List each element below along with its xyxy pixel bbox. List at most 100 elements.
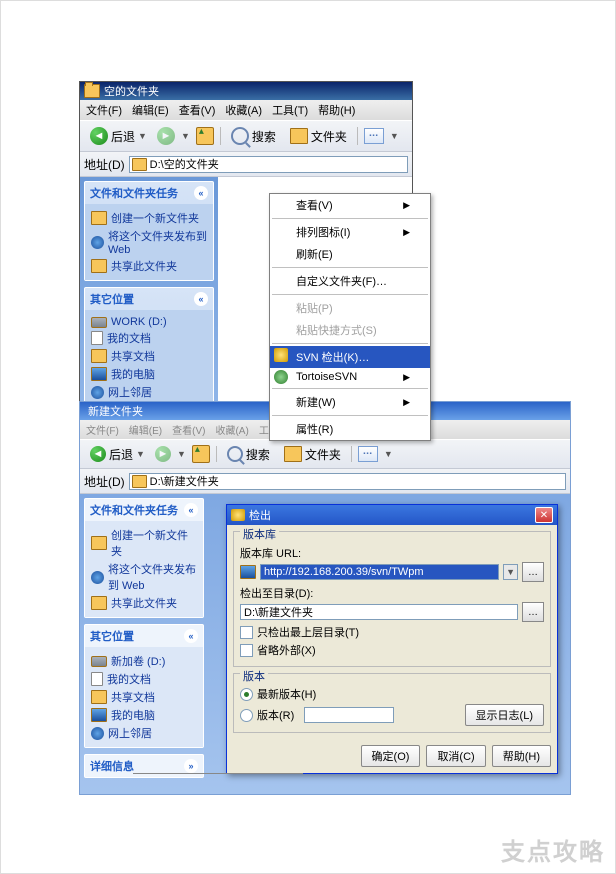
place-my-computer[interactable]: 我的电脑 [91, 707, 197, 723]
places-box: 其它位置« 新加卷 (D:) 我的文档 共享文档 我的电脑 网上邻居 [84, 624, 204, 748]
watermark: 支点攻略 [501, 832, 605, 867]
task-share-folder[interactable]: 共享此文件夹 [91, 595, 197, 611]
menu-help[interactable]: 帮助(H) [318, 102, 355, 118]
close-button[interactable]: ✕ [535, 507, 553, 523]
search-button[interactable]: 搜索 [223, 445, 274, 464]
url-dropdown-button[interactable]: ▼ [503, 564, 518, 580]
tasks-header[interactable]: 文件和文件夹任务 « [85, 499, 203, 521]
url-label: 版本库 URL: [240, 545, 544, 561]
ctx-new[interactable]: 新建(W)▶ [270, 391, 430, 413]
show-log-button[interactable]: 显示日志(L) [465, 704, 544, 726]
menu-view[interactable]: 查看(V) [172, 422, 205, 437]
omit-externals-checkbox[interactable]: 省略外部(X) [240, 642, 544, 658]
forward-button[interactable]: ► [155, 446, 171, 462]
titlebar[interactable]: 空的文件夹 [80, 82, 412, 100]
place-network[interactable]: 网上邻居 [91, 384, 207, 400]
collapse-icon[interactable]: « [184, 503, 198, 517]
menu-tools[interactable]: 工具(T) [272, 102, 308, 118]
cancel-button[interactable]: 取消(C) [426, 745, 485, 767]
tasks-header[interactable]: 文件和文件夹任务« [85, 182, 213, 204]
address-input[interactable]: D:\新建文件夹 [129, 473, 566, 490]
places-header[interactable]: 其它位置« [85, 625, 203, 647]
ctx-arrange-icons[interactable]: 排列图标(I)▶ [270, 221, 430, 243]
separator [272, 218, 428, 219]
place-my-documents[interactable]: 我的文档 [91, 330, 207, 346]
forward-button[interactable]: ► [157, 127, 175, 145]
views-button[interactable] [364, 128, 384, 144]
dialog-titlebar[interactable]: 检出 ✕ [227, 505, 557, 525]
task-new-folder[interactable]: 创建一个新文件夹 [91, 527, 197, 559]
latest-revision-radio[interactable]: 最新版本(H) [240, 686, 544, 702]
separator [220, 127, 221, 145]
folders-label: 文件夹 [311, 128, 347, 145]
dropdown-icon[interactable]: ▼ [384, 449, 393, 459]
menu-file[interactable]: 文件(F) [86, 102, 122, 118]
dropdown-icon[interactable]: ▼ [390, 131, 399, 141]
place-drive-new[interactable]: 新加卷 (D:) [91, 653, 197, 669]
address-input[interactable]: D:\空的文件夹 [129, 156, 408, 173]
dir-input[interactable] [240, 604, 518, 620]
specific-revision-radio[interactable]: 版本(R) [240, 707, 294, 723]
folders-label: 文件夹 [305, 446, 341, 463]
help-button[interactable]: 帮助(H) [492, 745, 551, 767]
up-button[interactable] [196, 127, 214, 145]
place-drive-work[interactable]: WORK (D:) [91, 316, 207, 328]
revision-input[interactable] [304, 707, 394, 723]
place-shared-documents[interactable]: 共享文档 [91, 689, 197, 705]
up-button[interactable] [192, 445, 210, 463]
menu-edit[interactable]: 编辑(E) [129, 422, 162, 437]
back-button[interactable]: ◄后退▼ [86, 445, 149, 464]
share-icon [91, 259, 107, 273]
task-publish-web[interactable]: 将这个文件夹发布到 Web [91, 228, 207, 256]
search-button[interactable]: 搜索 [227, 126, 280, 146]
tasks-title: 文件和文件夹任务 [90, 502, 178, 518]
ctx-customize-folder[interactable]: 自定义文件夹(F)… [270, 270, 430, 292]
browse-dir-button[interactable]: … [522, 602, 544, 622]
place-my-documents[interactable]: 我的文档 [91, 671, 197, 687]
task-share-folder[interactable]: 共享此文件夹 [91, 258, 207, 274]
collapse-icon[interactable]: « [194, 186, 208, 200]
menu-fav[interactable]: 收藏(A) [225, 102, 262, 118]
revision-group: 版本 最新版本(H) 版本(R) 显示日志(L) [233, 673, 551, 733]
url-input[interactable] [260, 564, 499, 580]
dropdown-icon[interactable]: ▼ [177, 449, 186, 459]
globe-icon [91, 571, 104, 584]
views-button[interactable] [358, 446, 378, 462]
collapse-icon[interactable]: « [184, 629, 198, 643]
back-icon: ◄ [90, 127, 108, 145]
only-top-checkbox[interactable]: 只检出最上层目录(T) [240, 624, 544, 640]
menu-fav[interactable]: 收藏(A) [215, 422, 248, 437]
collapse-icon[interactable]: « [194, 292, 208, 306]
ctx-svn-checkout[interactable]: SVN 检出(K)… [270, 346, 430, 368]
menu-edit[interactable]: 编辑(E) [132, 102, 169, 118]
details-title: 详细信息 [90, 758, 134, 774]
checkbox-icon [240, 626, 253, 639]
back-button[interactable]: ◄后退▼ [86, 126, 151, 146]
dropdown-icon[interactable]: ▼ [181, 131, 190, 141]
ctx-view[interactable]: 查看(V)▶ [270, 194, 430, 216]
task-publish-web[interactable]: 将这个文件夹发布到 Web [91, 561, 197, 593]
ctx-label: 粘贴(P) [296, 300, 333, 316]
place-network[interactable]: 网上邻居 [91, 725, 197, 741]
task-new-folder[interactable]: 创建一个新文件夹 [91, 210, 207, 226]
place-my-computer[interactable]: 我的电脑 [91, 366, 207, 382]
place-label: 我的电脑 [111, 366, 155, 382]
content-area[interactable]: 文件和文件夹任务« 创建一个新文件夹 将这个文件夹发布到 Web 共享此文件夹 … [80, 494, 570, 794]
dropdown-icon[interactable]: ▼ [136, 449, 145, 459]
places-header[interactable]: 其它位置 « [85, 288, 213, 310]
dropdown-icon[interactable]: ▼ [138, 131, 147, 141]
ctx-tortoisesvn[interactable]: TortoiseSVN▶ [270, 368, 430, 386]
place-label: 网上邻居 [108, 384, 152, 400]
ctx-refresh[interactable]: 刷新(E) [270, 243, 430, 265]
folders-button[interactable]: 文件夹 [286, 127, 351, 146]
place-shared-documents[interactable]: 共享文档 [91, 348, 207, 364]
browse-repo-button[interactable]: … [522, 562, 544, 582]
menu-file[interactable]: 文件(F) [86, 422, 119, 437]
expand-icon[interactable]: » [184, 759, 198, 773]
ctx-properties[interactable]: 属性(R) [270, 418, 430, 440]
ok-button[interactable]: 确定(O) [361, 745, 421, 767]
folders-button[interactable]: 文件夹 [280, 445, 345, 464]
menu-view[interactable]: 查看(V) [179, 102, 216, 118]
places-title: 其它位置 [90, 291, 134, 307]
repository-group: 版本库 版本库 URL: ▼ … 检出至目录(D): … 只检出最上层目录(T) [233, 531, 551, 667]
